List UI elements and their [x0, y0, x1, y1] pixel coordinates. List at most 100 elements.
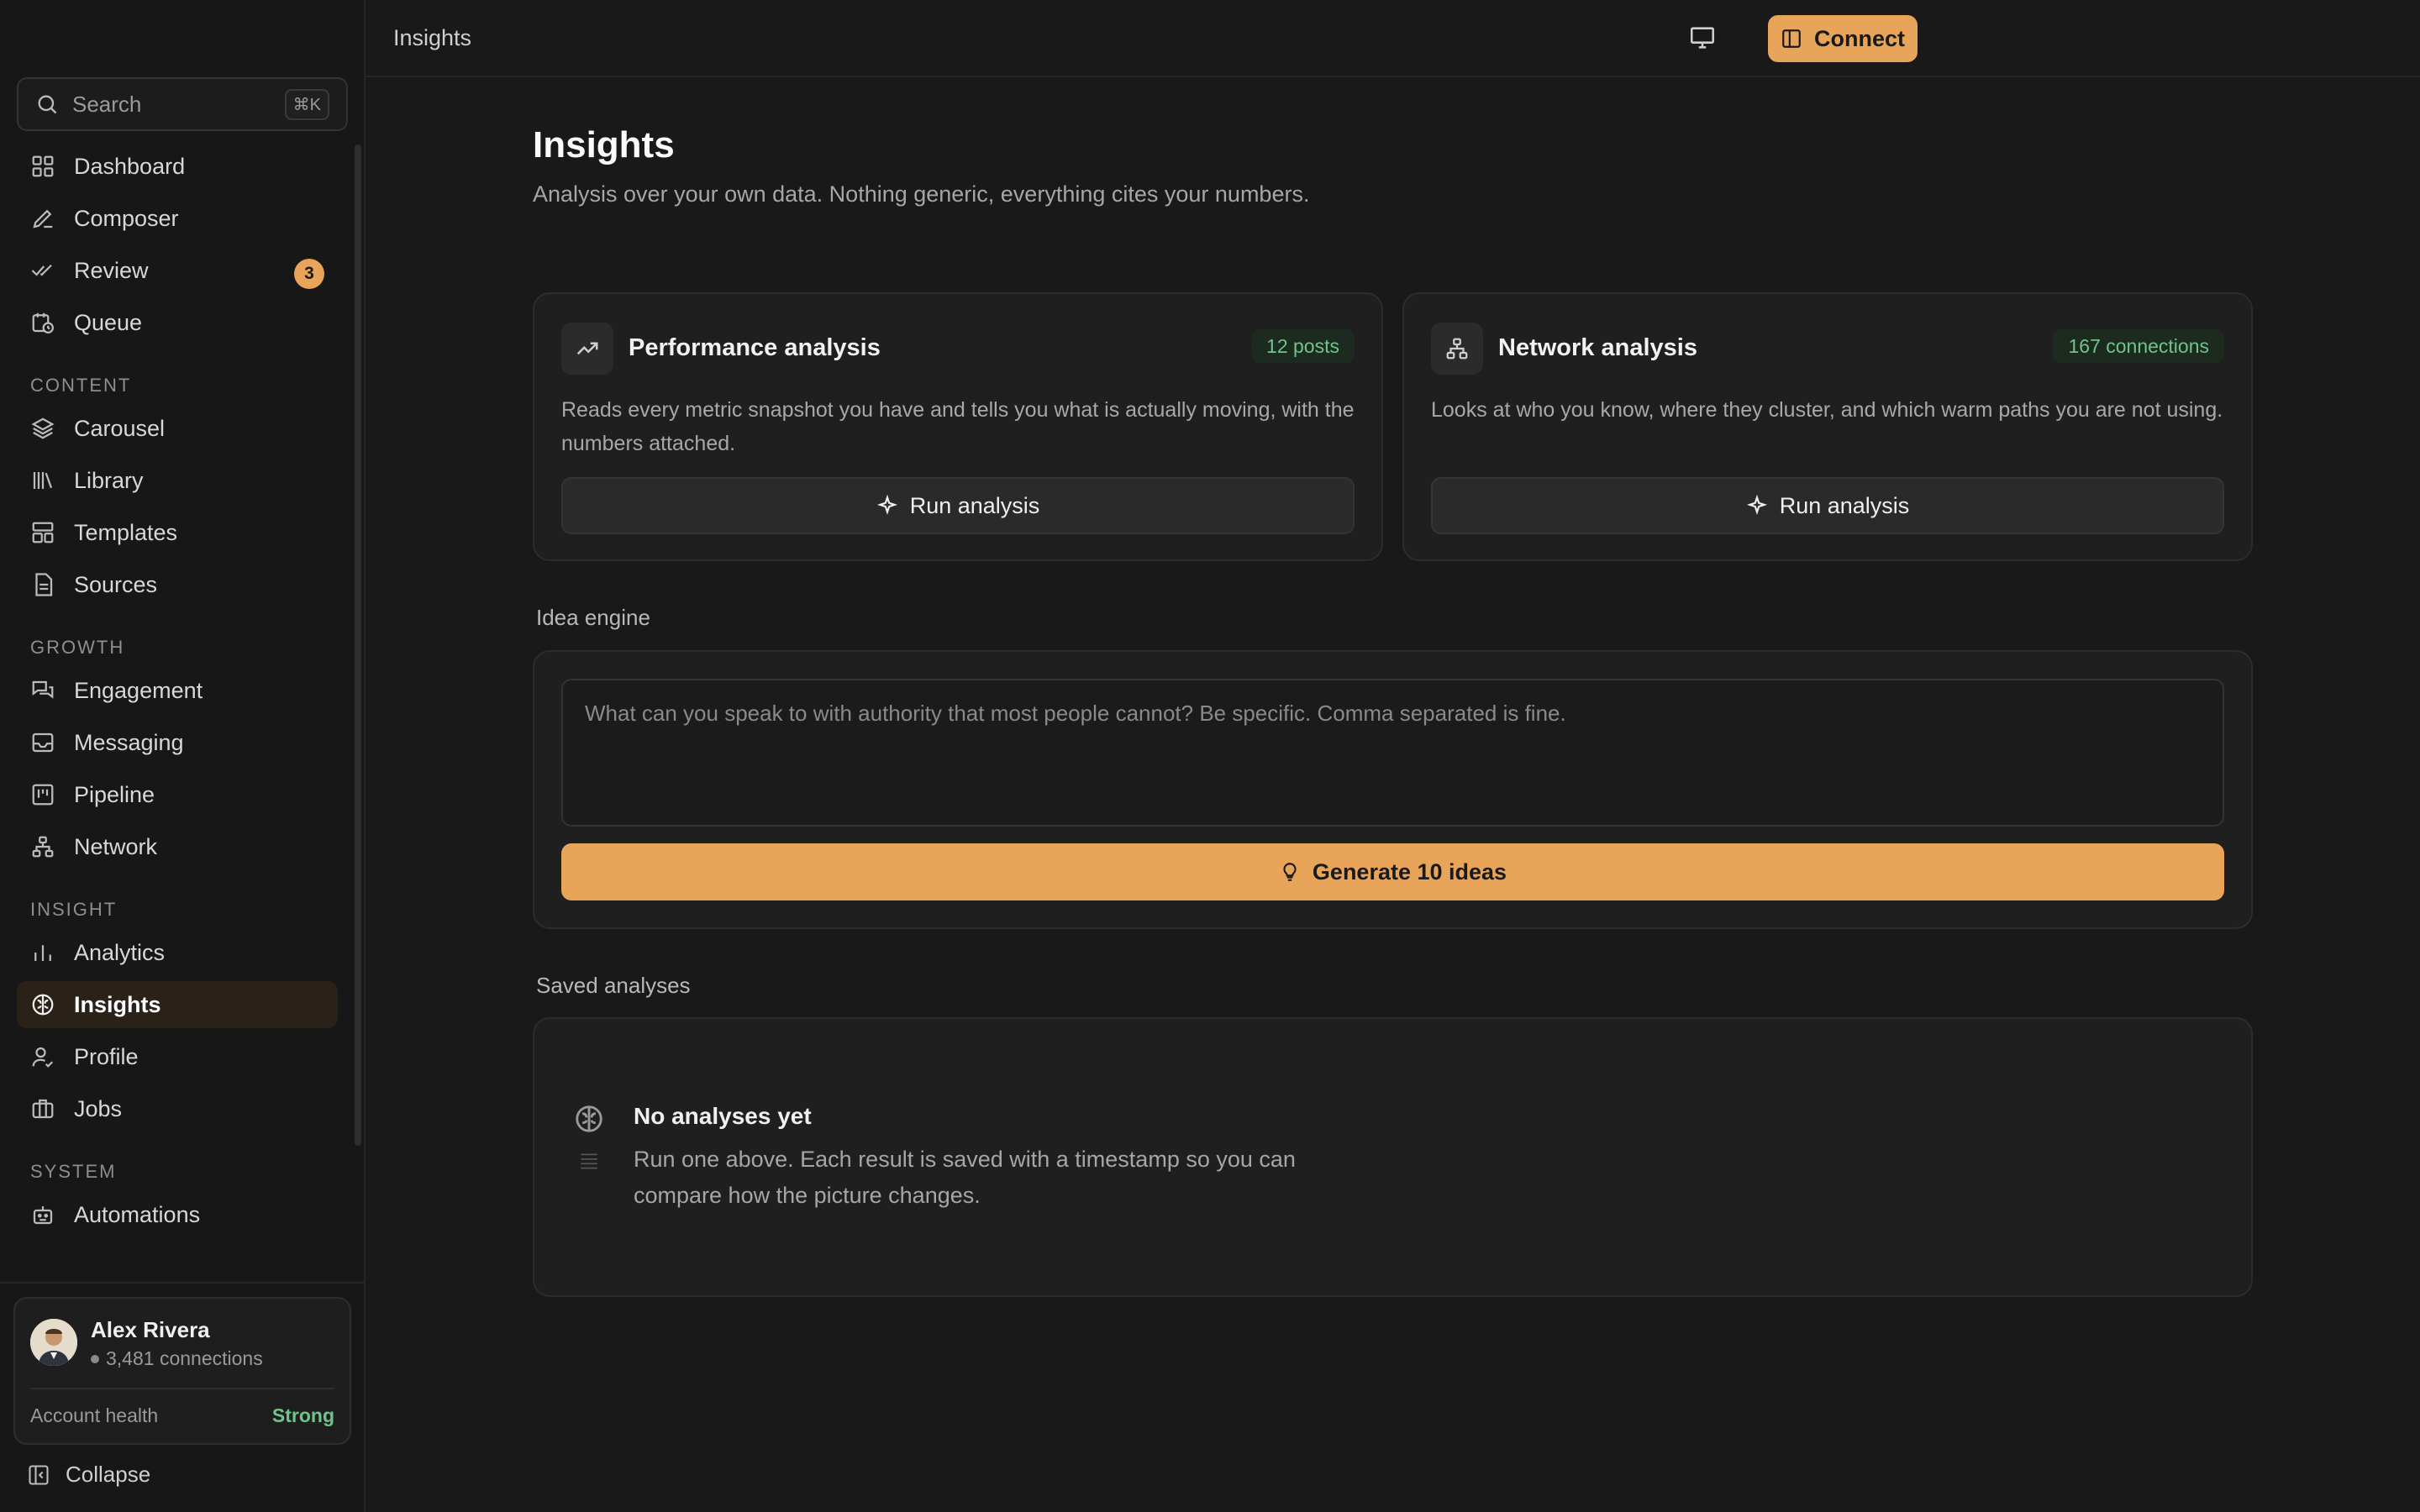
button-label: Generate 10 ideas	[1312, 858, 1507, 885]
breadcrumb: Insights	[393, 25, 472, 50]
network-icon	[32, 836, 54, 858]
empty-state-description: Run one above. Each result is saved with…	[634, 1147, 1296, 1208]
collapse-button[interactable]: Collapse	[27, 1462, 150, 1488]
collapse-label: Collapse	[66, 1462, 151, 1487]
review-count-badge: 3	[294, 259, 324, 289]
sidebar-item-insights[interactable]: Insights	[17, 981, 338, 1028]
card-title: Performance analysis	[629, 334, 881, 361]
sidebar-item-label: Automations	[74, 1201, 201, 1227]
sidebar-item-label: Pipeline	[74, 781, 155, 807]
sidebar-item-label: Library	[74, 467, 144, 493]
template-icon	[32, 522, 54, 543]
sidebar-item-composer[interactable]: Composer	[17, 195, 338, 242]
sidebar-item-jobs[interactable]: Jobs	[17, 1085, 338, 1132]
idea-engine-label: Idea engine	[536, 605, 650, 630]
brain-icon	[32, 994, 54, 1016]
card-description: Looks at who you know, where they cluste…	[1431, 398, 2223, 422]
search-shortcut: ⌘K	[284, 88, 329, 120]
sidebar-item-automations[interactable]: Automations	[17, 1191, 338, 1238]
divider	[30, 1388, 334, 1389]
card-title: Network analysis	[1498, 334, 1697, 361]
user-card[interactable]: Alex Rivera 3,481 connections Account he…	[13, 1297, 351, 1445]
idea-input[interactable]	[561, 679, 2224, 827]
sidebar-item-label: Messaging	[74, 729, 184, 755]
empty-state-title: No analyses yet	[634, 1103, 812, 1129]
brain-icon	[576, 1105, 602, 1132]
sidebar-item-library[interactable]: Library	[17, 457, 338, 504]
sidebar-item-engagement[interactable]: Engagement	[17, 667, 338, 714]
double-check-icon	[31, 264, 52, 276]
monitor-icon	[1690, 27, 1715, 49]
user-name: Alex Rivera	[91, 1317, 210, 1342]
sparkles-icon	[876, 495, 897, 516]
sidebar-item-label: Sources	[74, 571, 158, 597]
inbox-icon	[32, 732, 54, 753]
sidebar-item-templates[interactable]: Templates	[17, 509, 338, 556]
sidebar-item-review[interactable]: Review 3	[17, 247, 338, 294]
trending-up-icon	[576, 342, 598, 355]
sidebar-item-profile[interactable]: Profile	[17, 1033, 338, 1080]
button-label: Run analysis	[1779, 492, 1910, 518]
sidebar-item-pipeline[interactable]: Pipeline	[17, 771, 338, 818]
user-connections: 3,481 connections	[91, 1347, 263, 1370]
user-check-icon	[32, 1047, 54, 1068]
sidebar-item-label: Carousel	[74, 415, 166, 441]
main-content: Insights Connect Insights Analysis over …	[366, 0, 2420, 1512]
sparkles-icon	[1746, 495, 1767, 516]
sidebar-item-carousel[interactable]: Carousel	[17, 405, 338, 452]
page-subtitle: Analysis over your own data. Nothing gen…	[533, 181, 1310, 207]
performance-analysis-card: Performance analysis 12 posts Reads ever…	[533, 292, 1383, 561]
card-description: Reads every metric snapshot you have and…	[561, 398, 1355, 455]
sidebar-item-analytics[interactable]: Analytics	[17, 929, 338, 976]
search-icon	[38, 95, 57, 114]
section-title-content: CONTENT	[30, 375, 132, 396]
sidebar-item-label: Queue	[74, 309, 143, 335]
section-title-system: SYSTEM	[30, 1161, 117, 1182]
idea-engine-card: Generate 10 ideas	[533, 650, 2253, 929]
sidebar-item-label: Profile	[74, 1043, 139, 1069]
bar-chart-icon	[34, 945, 51, 961]
robot-icon	[33, 1206, 53, 1225]
account-health-label: Account health	[30, 1404, 159, 1426]
sidebar-item-queue[interactable]: Queue	[17, 299, 338, 346]
connect-button[interactable]: Connect	[1768, 15, 1918, 62]
list-lines-icon	[581, 1153, 597, 1169]
saved-analyses-card: No analyses yet Run one above. Each resu…	[533, 1017, 2253, 1297]
chat-bubbles-icon	[32, 680, 54, 699]
sidebar: Search ⌘K Dashboard Composer Review 3 Qu…	[0, 0, 366, 1512]
button-label: Run analysis	[909, 492, 1040, 518]
sidebar-panel-icon	[1782, 29, 1801, 48]
sidebar-item-label: Review	[74, 257, 149, 283]
display-toggle-button[interactable]	[1688, 24, 1717, 52]
saved-analyses-label: Saved analyses	[536, 973, 691, 998]
sidebar-item-sources[interactable]: Sources	[17, 561, 338, 608]
library-icon	[33, 472, 53, 489]
status-dot	[91, 1354, 99, 1363]
connections-count: 3,481 connections	[106, 1347, 263, 1369]
section-title-insight: INSIGHT	[30, 899, 118, 920]
sidebar-nav: Dashboard Composer Review 3 Queue CONTEN…	[17, 143, 338, 1243]
briefcase-icon	[32, 1099, 54, 1119]
section-title-growth: GROWTH	[30, 637, 125, 658]
sidebar-item-label: Templates	[74, 519, 178, 545]
avatar	[30, 1319, 77, 1366]
connect-label: Connect	[1814, 25, 1905, 51]
sidebar-item-label: Dashboard	[74, 153, 186, 179]
run-network-analysis-button[interactable]: Run analysis	[1431, 477, 2224, 534]
sidebar-item-messaging[interactable]: Messaging	[17, 719, 338, 766]
kanban-icon	[32, 784, 54, 806]
sidebar-scrollbar[interactable]	[355, 144, 361, 1146]
network-icon	[1446, 338, 1468, 360]
run-performance-analysis-button[interactable]: Run analysis	[561, 477, 1355, 534]
sidebar-divider	[0, 1282, 364, 1284]
sidebar-item-network[interactable]: Network	[17, 823, 338, 870]
sidebar-item-label: Analytics	[74, 939, 166, 965]
search-input[interactable]: Search ⌘K	[17, 77, 348, 131]
card-icon-box	[561, 323, 613, 375]
document-icon	[35, 573, 53, 596]
posts-count-badge: 12 posts	[1251, 329, 1355, 363]
sidebar-item-label: Network	[74, 833, 158, 859]
sidebar-item-label: Jobs	[74, 1095, 123, 1121]
sidebar-item-dashboard[interactable]: Dashboard	[17, 143, 338, 190]
generate-ideas-button[interactable]: Generate 10 ideas	[561, 843, 2224, 900]
